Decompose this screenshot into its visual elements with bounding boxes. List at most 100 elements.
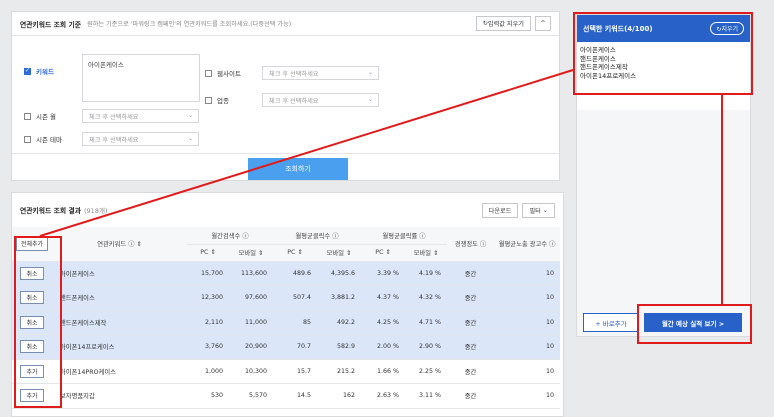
website-option[interactable]: 웹사이트 체크 후 선택하세요 ⌄ [205,66,379,80]
keyword-option[interactable]: 키워드 [24,66,82,76]
sub-mobile[interactable]: 모바일 ⇕ [317,244,362,262]
col-monthly-search: 월간검색수 ⓘ [187,227,273,245]
season-theme-option[interactable]: 시즌 테마 체크 후 선택하세요 ⌄ [24,132,199,146]
reset-inputs-button[interactable]: ↻ 입력값 지우기 [475,16,531,31]
row-pc-search: 1,000 [187,359,229,384]
col-ad-count[interactable]: 월평균노출 광고수 ⓘ [494,227,561,262]
results-table-body: 취소 아이폰케이스 15,700 113,600 489.6 4,395.6 3.39 % 4… [12,261,561,409]
season-theme-checkbox[interactable] [24,135,31,143]
season-theme-select[interactable]: 체크 후 선택하세요 ⌄ [82,132,199,146]
chevron-down-icon: ⌄ [540,206,548,214]
keyword-label: 키워드 [36,68,54,76]
results-count: (918개) [84,207,108,215]
row-pc-clicks: 507.4 [273,285,317,311]
row-ad-count: 10 [494,285,561,311]
results-header: 연관키워드 조회 결과 (918개) 다운로드 필터 ⌄ [12,193,563,227]
help-icon: ⓘ [419,232,426,240]
row-pc-ctr: 1.66 % [361,359,406,384]
row-pc-search: 12,300 [187,285,229,311]
row-competition: 중간 [447,359,495,384]
sub-pc[interactable]: PC ⇕ [361,244,406,262]
collapse-button[interactable]: ^ [535,16,551,31]
season-month-select[interactable]: 체크 후 선택하세요 ⌄ [82,109,199,123]
row-mobile-ctr: 3.11 % [405,383,448,409]
row-pc-clicks: 14.5 [273,383,317,409]
row-mobile-clicks: 492.2 [317,310,362,335]
col-competition[interactable]: 경쟁정도 ⓘ [447,227,495,262]
row-pc-search: 530 [187,383,229,409]
chevron-down-icon: ⌄ [187,112,193,119]
search-panel-header: 연관키워드 조회 기준 원하는 기준으로 '파워링크 캠페인'의 연관키워드를 … [12,12,559,36]
chevron-down-icon: ⌄ [367,96,373,103]
row-mobile-ctr: 2.90 % [405,334,448,360]
row-pc-clicks: 85 [273,310,317,335]
keyword-textarea[interactable]: 아이폰케이스 [82,54,200,102]
search-criteria-panel: 연관키워드 조회 기준 원하는 기준으로 '파워링크 캠페인'의 연관키워드를 … [11,11,560,181]
row-ad-count: 10 [494,261,561,286]
website-select[interactable]: 체크 후 선택하세요 ⌄ [262,66,379,80]
search-form: 키워드 아이폰케이스 웹사이트 체크 후 선택하세요⌄ 업종 체크 후 선택하세… [12,36,559,154]
row-competition: 중간 [447,383,495,409]
help-icon: ⓘ [332,232,339,240]
row-mobile-ctr: 2.25 % [405,359,448,384]
table-row: 취소 아이폰14프로케이스 3,760 20,900 70.7 582.9 2.00 % 2.… [12,334,561,360]
row-ad-count: 10 [494,310,561,335]
chevron-up-icon: ^ [540,20,546,27]
help-icon: ⓘ [479,241,487,249]
keyword-checkbox[interactable] [24,67,31,75]
results-title: 연관키워드 조회 결과 [20,207,82,215]
row-mobile-search: 20,900 [229,334,273,360]
quick-add-button[interactable]: + 바로추가 [583,313,639,332]
row-mobile-search: 113,600 [229,261,273,286]
row-mobile-ctr: 4.19 % [405,261,448,286]
row-mobile-clicks: 582.9 [317,334,362,360]
season-theme-label: 시즌 테마 [36,136,62,144]
annotation-box-actions [14,236,62,408]
chevron-down-icon: ⌄ [367,69,373,76]
sub-mobile[interactable]: 모바일 ⇕ [229,244,273,262]
row-pc-search: 3,760 [187,334,229,360]
sub-pc[interactable]: PC ⇕ [273,244,317,262]
business-select[interactable]: 체크 후 선택하세요 ⌄ [262,93,379,107]
row-mobile-ctr: 4.32 % [405,285,448,311]
row-keyword: 보자명품지갑 [52,383,187,409]
sub-pc[interactable]: PC ⇕ [187,244,229,262]
help-icon: ⓘ [128,241,135,249]
season-month-label: 시즌 월 [36,113,57,121]
row-pc-ctr: 3.39 % [361,261,406,286]
results-table: 전체추가 연관키워드 ⓘ ⇕ 월간검색수 ⓘ 월평균클릭수 ⓘ 월평균클릭률 ⓘ… [12,227,561,409]
business-option[interactable]: 업종 체크 후 선택하세요 ⌄ [205,93,379,107]
row-pc-clicks: 70.7 [273,334,317,360]
help-icon: ⓘ [242,232,249,240]
row-mobile-search: 97,600 [229,285,273,311]
table-row: 취소 핸드폰케이스 12,300 97,600 507.4 3,881.2 4.37 % 4.… [12,285,561,311]
row-keyword: 핸드폰케이스 [52,285,187,311]
row-mobile-clicks: 162 [317,383,362,409]
season-month-option[interactable]: 시즌 월 체크 후 선택하세요 ⌄ [24,109,199,123]
row-keyword: 핸드폰케이스제작 [52,310,187,335]
sub-mobile[interactable]: 모바일 ⇕ [405,244,448,262]
table-row: 추가 아이폰14PRO케이스 1,000 10,300 15.7 215.2 1.66 % 2… [12,359,561,384]
download-button[interactable]: 다운로드 [481,202,519,218]
row-pc-ctr: 4.25 % [361,310,406,335]
row-ad-count: 10 [494,383,561,409]
filter-button[interactable]: 필터 ⌄ [522,202,555,218]
row-mobile-search: 5,570 [229,383,273,409]
search-button[interactable]: 조회하기 [248,158,348,180]
annotation-box-selected [573,12,753,95]
row-mobile-ctr: 4.71 % [405,310,448,335]
row-pc-clicks: 15.7 [273,359,317,384]
row-ad-count: 10 [494,334,561,360]
row-competition: 중간 [447,261,495,286]
row-ad-count: 10 [494,359,561,384]
season-month-checkbox[interactable] [24,112,31,120]
table-row: 취소 아이폰케이스 15,700 113,600 489.6 4,395.6 3.39 % 4… [12,261,561,286]
results-panel: 연관키워드 조회 결과 (918개) 다운로드 필터 ⌄ 전체추가 연관키워드 … [11,192,564,417]
col-keyword[interactable]: 연관키워드 ⓘ ⇕ [52,227,187,262]
col-monthly-clicks: 월평균클릭수 ⓘ [273,227,362,245]
business-label: 업종 [217,97,229,105]
website-label: 웹사이트 [217,70,241,78]
website-checkbox[interactable] [205,69,212,77]
business-checkbox[interactable] [205,96,212,104]
row-pc-ctr: 2.63 % [361,383,406,409]
